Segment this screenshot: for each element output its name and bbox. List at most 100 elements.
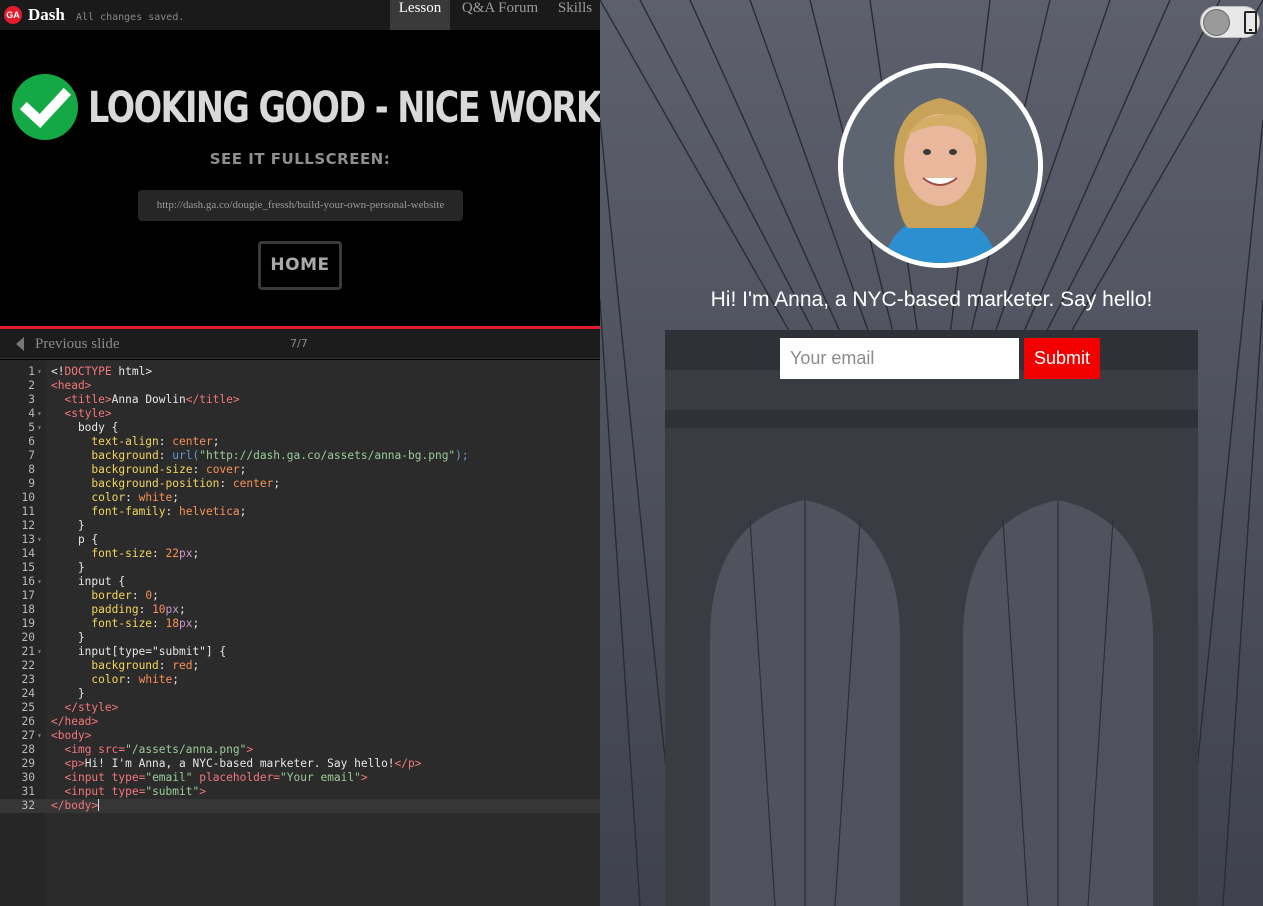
code-line[interactable]: 5 ▾ body { <box>0 421 600 435</box>
code-line[interactable]: 17 border: 0; <box>0 589 600 603</box>
code-line[interactable]: 31 <input type="submit"> <box>0 785 600 799</box>
code-text: } <box>51 519 85 533</box>
code-line[interactable]: 12 } <box>0 519 600 533</box>
code-token: 10 <box>152 603 166 616</box>
code-token: <title> <box>64 393 112 406</box>
line-number: 12 <box>21 519 35 532</box>
code-line[interactable]: 26 </head> <box>0 715 600 729</box>
code-token: ; <box>172 491 180 504</box>
code-line[interactable]: 8 background-size: cover; <box>0 463 600 477</box>
code-text: <p>Hi! I'm Anna, a NYC-based marketer. S… <box>51 757 421 771</box>
caret-left-icon[interactable] <box>16 337 24 351</box>
code-text: background: red; <box>51 659 199 673</box>
code-token: border <box>91 589 132 602</box>
code-line[interactable]: 9 background-position: center; <box>0 477 600 491</box>
toggle-knob[interactable] <box>1203 9 1230 36</box>
code-line[interactable]: 27 ▾ <body> <box>0 729 600 743</box>
code-text: border: 0; <box>51 589 158 603</box>
code-line[interactable]: 15 } <box>0 561 600 575</box>
fullscreen-label: SEE IT FULLSCREEN: <box>209 150 391 168</box>
code-line[interactable]: 21 ▾ input[type="submit"] { <box>0 645 600 659</box>
code-line[interactable]: 16 ▾ input { <box>0 575 600 589</box>
code-token: "email" <box>145 771 193 784</box>
code-token: DOCTYPE <box>64 365 112 378</box>
previous-slide-link[interactable]: Previous slide <box>35 336 120 353</box>
line-number: 17 <box>21 589 35 602</box>
code-text: <!DOCTYPE html> <box>51 365 152 379</box>
code-text: background-position: center; <box>51 477 280 491</box>
fold-caret-icon[interactable]: ▾ <box>37 645 42 659</box>
code-line[interactable]: 18 padding: 10px; <box>0 603 600 617</box>
code-line[interactable]: 28 <img src="/assets/anna.png"> <box>0 743 600 757</box>
submit-button[interactable]: Submit <box>1024 338 1100 379</box>
fold-caret-icon[interactable]: ▾ <box>37 365 42 379</box>
mobile-phone-icon[interactable] <box>1244 11 1257 34</box>
code-line[interactable]: 23 color: white; <box>0 673 600 687</box>
line-number: 2 <box>28 379 35 392</box>
code-token: </title> <box>185 393 240 406</box>
code-token: </style> <box>64 701 119 714</box>
fold-caret-icon[interactable]: ▾ <box>37 421 42 435</box>
code-text: <img src="/assets/anna.png"> <box>51 743 253 757</box>
code-editor[interactable]: 1 ▾ <!DOCTYPE html> 2 <head> 3 <title>Anna Do… <box>0 360 600 906</box>
code-token: : <box>125 673 139 686</box>
fold-caret-icon[interactable]: ▾ <box>37 575 42 589</box>
line-number: 1 <box>28 365 35 378</box>
profile-photo <box>838 63 1043 268</box>
line-number: 5 <box>28 421 35 434</box>
tab-lesson[interactable]: Lesson <box>390 0 450 30</box>
email-input[interactable] <box>780 338 1019 379</box>
ga-logo[interactable]: GA <box>4 6 22 24</box>
line-number: 21 <box>21 645 35 658</box>
line-number: 28 <box>21 743 35 756</box>
code-line[interactable]: 29 <p>Hi! I'm Anna, a NYC-based marketer… <box>0 757 600 771</box>
save-status: All changes saved. <box>76 12 185 23</box>
code-lines[interactable]: 1 ▾ <!DOCTYPE html> 2 <head> 3 <title>Anna Do… <box>0 365 600 813</box>
code-line[interactable]: 2 <head> <box>0 379 600 393</box>
tab-skills[interactable]: Skills <box>550 0 600 30</box>
line-number: 10 <box>21 491 35 504</box>
code-line[interactable]: 24 } <box>0 687 600 701</box>
fullscreen-url[interactable]: http://dash.ga.co/dougie_fressh/build-yo… <box>138 190 463 221</box>
code-token: } <box>51 561 85 574</box>
code-line[interactable]: 22 background: red; <box>0 659 600 673</box>
tab-qa-forum[interactable]: Q&A Forum <box>454 0 546 30</box>
code-line[interactable]: 32 </body> <box>0 799 600 813</box>
code-token: white <box>138 673 173 686</box>
code-token: html> <box>111 365 153 378</box>
preview-tagline: Hi! I'm Anna, a NYC-based marketer. Say … <box>710 288 1153 311</box>
brand-name[interactable]: Dash <box>28 5 65 25</box>
code-line[interactable]: 19 font-size: 18px; <box>0 617 600 631</box>
code-token: } <box>51 631 85 644</box>
fold-caret-icon[interactable]: ▾ <box>37 533 42 547</box>
code-line[interactable]: 25 </style> <box>0 701 600 715</box>
code-line[interactable]: 7 background: url("http://dash.ga.co/ass… <box>0 449 600 463</box>
line-number: 6 <box>28 435 35 448</box>
code-text: color: white; <box>51 491 179 505</box>
code-token: type= <box>111 771 146 784</box>
code-line[interactable]: 20 } <box>0 631 600 645</box>
device-view-toggle[interactable] <box>1200 6 1260 38</box>
line-number: 7 <box>28 449 35 462</box>
fold-caret-icon[interactable]: ▾ <box>37 407 42 421</box>
code-line[interactable]: 13 ▾ p { <box>0 533 600 547</box>
code-line[interactable]: 6 text-align: center; <box>0 435 600 449</box>
home-button[interactable]: HOME <box>258 241 342 290</box>
code-line[interactable]: 14 font-size: 22px; <box>0 547 600 561</box>
code-text: padding: 10px; <box>51 603 185 617</box>
code-line[interactable]: 10 color: white; <box>0 491 600 505</box>
code-token: : <box>125 491 139 504</box>
code-text: <head> <box>51 379 91 393</box>
code-line[interactable]: 30 <input type="email" placeholder="Your… <box>0 771 600 785</box>
line-number: 25 <box>21 701 35 714</box>
fold-caret-icon[interactable]: ▾ <box>37 729 42 743</box>
code-line[interactable]: 11 font-family: helvetica; <box>0 505 600 519</box>
code-line[interactable]: 1 ▾ <!DOCTYPE html> <box>0 365 600 379</box>
code-line[interactable]: 3 <title>Anna Dowlin</title> <box>0 393 600 407</box>
code-line[interactable]: 4 ▾ <style> <box>0 407 600 421</box>
